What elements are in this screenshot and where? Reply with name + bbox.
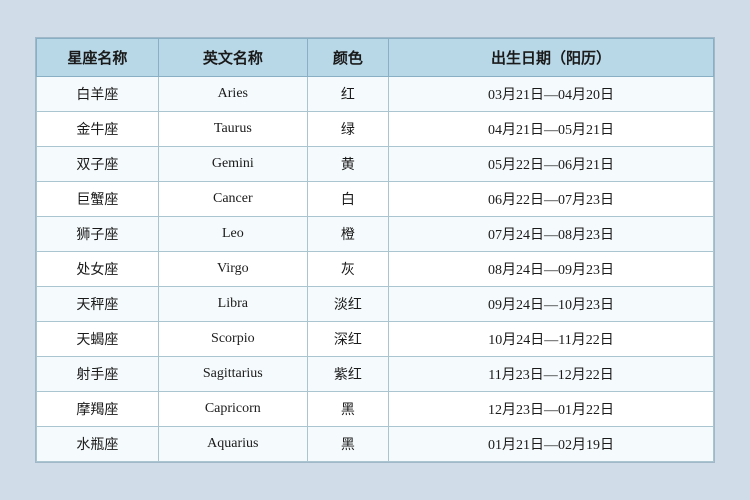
cell-color: 黄 xyxy=(307,147,388,182)
cell-zh: 天蝎座 xyxy=(37,322,159,357)
cell-en: Scorpio xyxy=(158,322,307,357)
cell-zh: 处女座 xyxy=(37,252,159,287)
cell-date: 01月21日—02月19日 xyxy=(389,427,714,462)
table-row: 双子座Gemini黄05月22日—06月21日 xyxy=(37,147,714,182)
cell-zh: 水瓶座 xyxy=(37,427,159,462)
cell-date: 05月22日—06月21日 xyxy=(389,147,714,182)
zodiac-table: 星座名称 英文名称 颜色 出生日期（阳历） 白羊座Aries红03月21日—04… xyxy=(36,38,714,462)
cell-zh: 射手座 xyxy=(37,357,159,392)
cell-color: 橙 xyxy=(307,217,388,252)
table-row: 处女座Virgo灰08月24日—09月23日 xyxy=(37,252,714,287)
cell-color: 红 xyxy=(307,77,388,112)
cell-date: 06月22日—07月23日 xyxy=(389,182,714,217)
cell-en: Capricorn xyxy=(158,392,307,427)
table-row: 狮子座Leo橙07月24日—08月23日 xyxy=(37,217,714,252)
cell-color: 深红 xyxy=(307,322,388,357)
cell-en: Leo xyxy=(158,217,307,252)
table-row: 天秤座Libra淡红09月24日—10月23日 xyxy=(37,287,714,322)
cell-date: 03月21日—04月20日 xyxy=(389,77,714,112)
table-row: 金牛座Taurus绿04月21日—05月21日 xyxy=(37,112,714,147)
cell-en: Virgo xyxy=(158,252,307,287)
table-header-row: 星座名称 英文名称 颜色 出生日期（阳历） xyxy=(37,39,714,77)
cell-zh: 双子座 xyxy=(37,147,159,182)
table-row: 天蝎座Scorpio深红10月24日—11月22日 xyxy=(37,322,714,357)
cell-zh: 金牛座 xyxy=(37,112,159,147)
cell-en: Taurus xyxy=(158,112,307,147)
cell-date: 09月24日—10月23日 xyxy=(389,287,714,322)
cell-date: 10月24日—11月22日 xyxy=(389,322,714,357)
cell-date: 11月23日—12月22日 xyxy=(389,357,714,392)
cell-color: 绿 xyxy=(307,112,388,147)
cell-en: Gemini xyxy=(158,147,307,182)
cell-color: 淡红 xyxy=(307,287,388,322)
cell-color: 紫红 xyxy=(307,357,388,392)
cell-color: 黑 xyxy=(307,427,388,462)
table-row: 射手座Sagittarius紫红11月23日—12月22日 xyxy=(37,357,714,392)
table-row: 白羊座Aries红03月21日—04月20日 xyxy=(37,77,714,112)
cell-zh: 摩羯座 xyxy=(37,392,159,427)
header-zh-name: 星座名称 xyxy=(37,39,159,77)
table-row: 巨蟹座Cancer白06月22日—07月23日 xyxy=(37,182,714,217)
cell-date: 07月24日—08月23日 xyxy=(389,217,714,252)
cell-en: Aquarius xyxy=(158,427,307,462)
cell-date: 04月21日—05月21日 xyxy=(389,112,714,147)
cell-color: 黑 xyxy=(307,392,388,427)
cell-zh: 天秤座 xyxy=(37,287,159,322)
table-row: 水瓶座Aquarius黑01月21日—02月19日 xyxy=(37,427,714,462)
header-en-name: 英文名称 xyxy=(158,39,307,77)
cell-zh: 狮子座 xyxy=(37,217,159,252)
cell-zh: 白羊座 xyxy=(37,77,159,112)
cell-date: 12月23日—01月22日 xyxy=(389,392,714,427)
cell-en: Sagittarius xyxy=(158,357,307,392)
zodiac-table-container: 星座名称 英文名称 颜色 出生日期（阳历） 白羊座Aries红03月21日—04… xyxy=(35,37,715,463)
cell-color: 白 xyxy=(307,182,388,217)
cell-color: 灰 xyxy=(307,252,388,287)
cell-date: 08月24日—09月23日 xyxy=(389,252,714,287)
cell-zh: 巨蟹座 xyxy=(37,182,159,217)
header-color: 颜色 xyxy=(307,39,388,77)
cell-en: Cancer xyxy=(158,182,307,217)
header-date: 出生日期（阳历） xyxy=(389,39,714,77)
table-row: 摩羯座Capricorn黑12月23日—01月22日 xyxy=(37,392,714,427)
cell-en: Libra xyxy=(158,287,307,322)
cell-en: Aries xyxy=(158,77,307,112)
